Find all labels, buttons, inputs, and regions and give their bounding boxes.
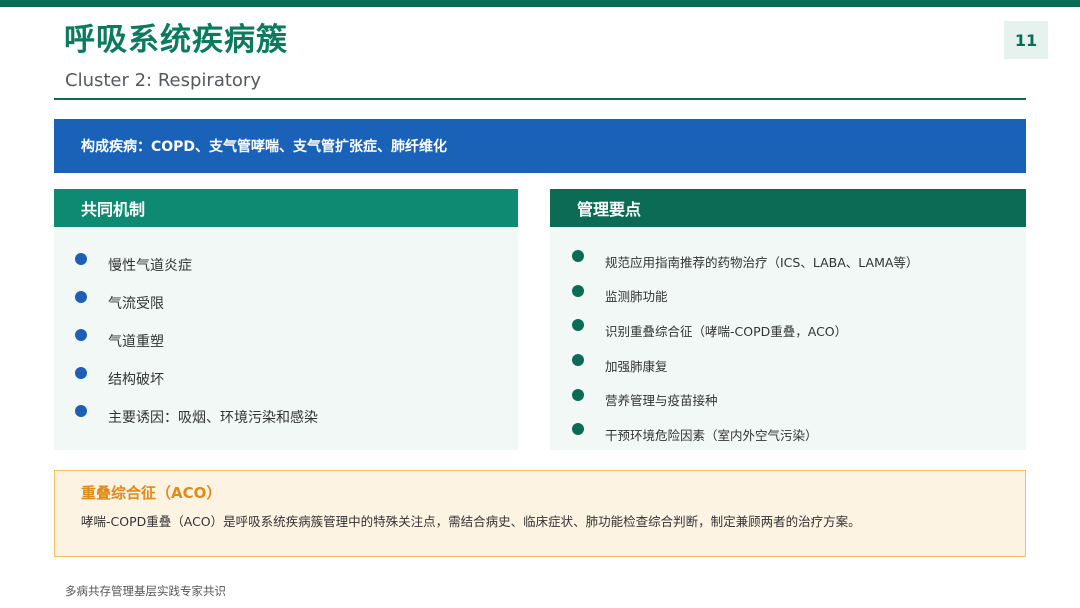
mechanism-list-item: 结构破坏 <box>75 360 318 398</box>
diseases-banner: 构成疾病：COPD、支气管哮喘、支气管扩张症、肺纤维化 <box>54 119 1026 173</box>
management-item-text: 干预环境危险因素（室内外空气污染） <box>605 427 818 443</box>
management-list-item: 规范应用指南推荐的药物治疗（ICS、LABA、LAMA等） <box>572 244 918 279</box>
mechanism-item-text: 结构破坏 <box>108 372 164 388</box>
mechanism-list-item: 主要诱因：吸烟、环境污染和感染 <box>75 398 318 436</box>
mechanism-list-item: 气道重塑 <box>75 322 318 360</box>
management-list-item: 干预环境危险因素（室内外空气污染） <box>572 417 918 452</box>
management-item-text: 规范应用指南推荐的药物治疗（ICS、LABA、LAMA等） <box>605 254 919 270</box>
mechanism-item-text: 气道重塑 <box>108 334 164 350</box>
bullet-dot-icon <box>572 284 584 297</box>
management-list-item: 加强肺康复 <box>572 348 918 383</box>
management-panel-title: 管理要点 <box>577 200 642 219</box>
management-item-text: 监测肺功能 <box>605 289 668 305</box>
bullet-dot-icon <box>75 253 87 265</box>
mechanism-item-text: 慢性气道炎症 <box>108 258 192 274</box>
bullet-dot-icon <box>572 388 584 401</box>
bullet-dot-icon <box>572 354 584 367</box>
bullet-dot-icon <box>572 423 584 436</box>
mechanism-panel: 共同机制 慢性气道炎症 气流受限 气道重塑 结构破坏 主要诱因：吸烟、环境污染和… <box>54 189 518 450</box>
management-item-text: 营养管理与疫苗接种 <box>605 393 718 409</box>
bullet-dot-icon <box>75 405 87 417</box>
mechanism-panel-header: 共同机制 <box>54 189 518 227</box>
management-panel-header: 管理要点 <box>550 189 1026 227</box>
source-footer: 多病共存管理基层实践专家共识 <box>65 584 226 598</box>
bullet-dot-icon <box>75 367 87 379</box>
mechanism-item-text: 主要诱因：吸烟、环境污染和感染 <box>108 410 318 426</box>
management-list: 规范应用指南推荐的药物治疗（ICS、LABA、LAMA等） 监测肺功能 识别重叠… <box>572 244 918 452</box>
diseases-banner-text: 构成疾病：COPD、支气管哮喘、支气管扩张症、肺纤维化 <box>81 139 448 155</box>
mechanism-item-text: 气流受限 <box>108 296 164 312</box>
page-subtitle: Cluster 2: Respiratory <box>65 70 261 91</box>
page-number-badge: 11 <box>1004 21 1048 59</box>
aco-callout-title: 重叠综合征（ACO） <box>81 484 222 502</box>
mechanism-list-item: 气流受限 <box>75 284 318 322</box>
title-divider <box>54 98 1026 100</box>
bullet-dot-icon <box>572 319 584 332</box>
management-list-item: 识别重叠综合征（哮喘-COPD重叠，ACO） <box>572 313 918 348</box>
management-item-text: 加强肺康复 <box>605 358 668 374</box>
management-panel: 管理要点 规范应用指南推荐的药物治疗（ICS、LABA、LAMA等） 监测肺功能… <box>550 189 1026 450</box>
page-title: 呼吸系统疾病簇 <box>64 22 288 58</box>
aco-callout: 重叠综合征（ACO） 哮喘-COPD重叠（ACO）是呼吸系统疾病簇管理中的特殊关… <box>54 470 1026 557</box>
mechanism-list-item: 慢性气道炎症 <box>75 246 318 284</box>
management-list-item: 监测肺功能 <box>572 279 918 314</box>
aco-callout-text: 哮喘-COPD重叠（ACO）是呼吸系统疾病簇管理中的特殊关注点，需结合病史、临床… <box>81 514 861 529</box>
management-list-item: 营养管理与疫苗接种 <box>572 382 918 417</box>
bullet-dot-icon <box>572 250 584 263</box>
bullet-dot-icon <box>75 291 87 303</box>
bullet-dot-icon <box>75 329 87 341</box>
mechanism-panel-title: 共同机制 <box>81 200 146 219</box>
top-accent-bar <box>0 0 1080 7</box>
mechanism-list: 慢性气道炎症 气流受限 气道重塑 结构破坏 主要诱因：吸烟、环境污染和感染 <box>75 246 318 436</box>
management-item-text: 识别重叠综合征（哮喘-COPD重叠，ACO） <box>605 323 848 339</box>
